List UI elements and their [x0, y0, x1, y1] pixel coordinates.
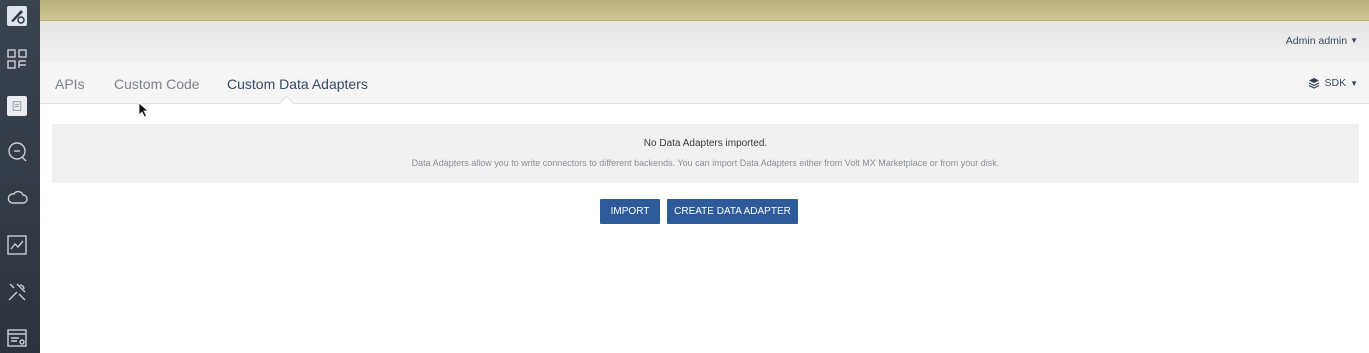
- tab-custom-code[interactable]: Custom Code: [114, 76, 200, 92]
- create-data-adapter-button[interactable]: CREATE DATA ADAPTER: [667, 199, 798, 224]
- tools-icon[interactable]: [6, 281, 28, 303]
- user-menu[interactable]: Admin admin ▼: [1286, 35, 1358, 47]
- tab-apis[interactable]: APIs: [55, 76, 85, 92]
- user-name: Admin admin: [1285, 35, 1348, 47]
- sdk-menu[interactable]: SDK ▼: [1308, 77, 1358, 89]
- analytics-icon[interactable]: [6, 234, 28, 256]
- sdk-icon: [1309, 78, 1320, 89]
- settings-card-icon[interactable]: [6, 327, 28, 349]
- empty-state-panel: No Data Adapters imported. Data Adapters…: [52, 124, 1359, 183]
- tab-custom-data-adapters[interactable]: Custom Data Adapters: [227, 76, 368, 92]
- empty-state-title: No Data Adapters imported.: [643, 138, 768, 149]
- apps-icon[interactable]: [6, 48, 28, 70]
- cloud-icon[interactable]: [6, 187, 28, 209]
- logo-icon[interactable]: [6, 5, 28, 27]
- header: Admin admin ▼: [40, 21, 1369, 62]
- search-chat-icon[interactable]: [6, 141, 28, 163]
- empty-state-description: Data Adapters allow you to write connect…: [411, 158, 1000, 168]
- caret-down-icon: ▼: [1350, 36, 1358, 45]
- document-icon[interactable]: [7, 96, 27, 116]
- mouse-cursor-icon: [138, 102, 150, 118]
- active-tab-indicator: [278, 95, 295, 112]
- import-button[interactable]: IMPORT: [600, 199, 660, 224]
- left-nav-rail: [0, 0, 40, 353]
- caret-down-icon: ▼: [1350, 78, 1358, 88]
- top-banner: [40, 0, 1369, 21]
- sdk-label: SDK: [1324, 77, 1347, 89]
- tab-bar: APIs Custom Code Custom Data Adapters SD…: [40, 62, 1369, 112]
